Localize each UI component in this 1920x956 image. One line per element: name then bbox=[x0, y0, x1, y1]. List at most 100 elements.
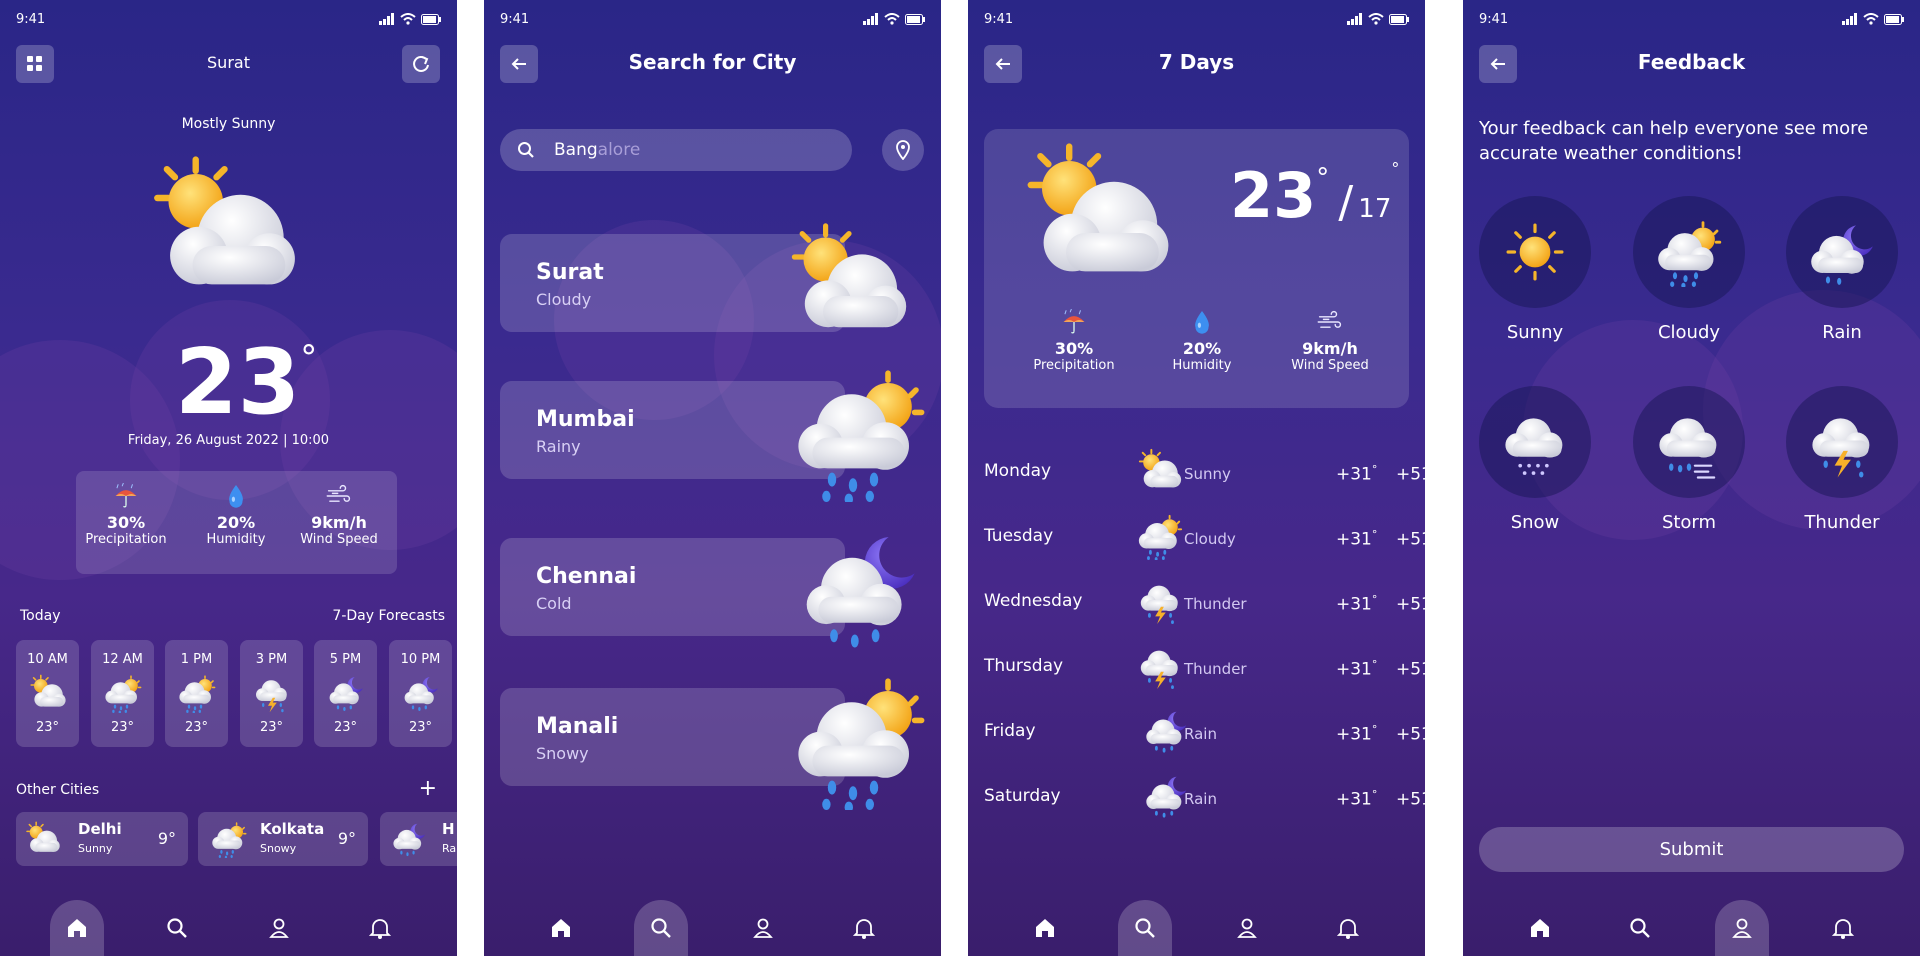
nav-home[interactable] bbox=[1513, 900, 1567, 956]
page-title: Search for City bbox=[628, 50, 797, 74]
hourly-card[interactable]: 10 AM 23° bbox=[16, 640, 79, 747]
today-label: Today bbox=[20, 608, 61, 624]
feedback-option-sunny[interactable] bbox=[1479, 196, 1591, 308]
bottom-nav bbox=[484, 896, 941, 956]
hour-time: 5 PM bbox=[329, 652, 362, 667]
day-row[interactable]: Wednesday Thunder +31° +51° bbox=[984, 583, 1425, 625]
day-temp-low: +31° bbox=[1336, 528, 1378, 550]
search-input-text[interactable]: Bangalore bbox=[554, 140, 640, 160]
feedback-option-rain[interactable] bbox=[1786, 196, 1898, 308]
nav-home[interactable] bbox=[50, 900, 104, 956]
refresh-button[interactable] bbox=[402, 45, 440, 83]
nav-search[interactable] bbox=[1613, 900, 1667, 956]
stat-value: 30% bbox=[1054, 339, 1094, 358]
city-condition: Ra bbox=[442, 842, 457, 855]
day-row[interactable]: Thursday Thunder +31° +51° bbox=[984, 648, 1425, 690]
status-bar: 9:41 bbox=[16, 0, 441, 38]
condition-text: Mostly Sunny bbox=[181, 116, 276, 132]
search-suggestion: alore bbox=[597, 140, 641, 160]
feedback-option-storm[interactable] bbox=[1633, 386, 1745, 498]
feedback-option-thunder[interactable] bbox=[1786, 386, 1898, 498]
nav-notifications[interactable] bbox=[837, 900, 891, 956]
bell-icon bbox=[369, 919, 391, 939]
hourly-card[interactable]: 3 PM 23° bbox=[240, 640, 303, 747]
temp-value: +31 bbox=[1336, 594, 1372, 615]
sun-cloud-icon bbox=[774, 218, 924, 348]
day-row[interactable]: Saturday Rain +31° +51° bbox=[984, 776, 1425, 818]
stat-label: Wind Speed bbox=[1291, 358, 1369, 373]
nav-profile[interactable] bbox=[1220, 900, 1274, 956]
thunder-icon bbox=[1812, 418, 1870, 478]
nav-profile[interactable] bbox=[736, 900, 790, 956]
search-field[interactable]: Bangalore bbox=[500, 129, 852, 171]
rain-icon bbox=[790, 670, 930, 810]
sun-cloud-icon bbox=[26, 821, 61, 853]
wifi-icon bbox=[400, 13, 416, 25]
thunder-icon bbox=[255, 680, 287, 713]
hour-temp: 23° bbox=[35, 720, 60, 735]
nav-notifications[interactable] bbox=[1321, 900, 1375, 956]
nav-profile[interactable] bbox=[1715, 900, 1769, 956]
hour-temp: 23° bbox=[184, 720, 209, 735]
city-condition: Snowy bbox=[260, 842, 297, 855]
nav-profile[interactable] bbox=[252, 900, 306, 956]
status-bar: 9:41 bbox=[1479, 0, 1904, 38]
hour-time: 12 AM bbox=[102, 652, 143, 667]
location-button[interactable] bbox=[882, 129, 924, 171]
day-row[interactable]: Monday Sunny +31° +51° bbox=[984, 448, 1425, 493]
other-city-card[interactable]: Delhi Sunny 9° bbox=[16, 812, 188, 866]
city-condition: Cloudy bbox=[536, 290, 592, 309]
rain-icon bbox=[210, 820, 248, 858]
add-city-button[interactable]: + bbox=[419, 776, 437, 801]
city-name: Mumbai bbox=[536, 407, 635, 432]
moon-rain-icon bbox=[1146, 776, 1187, 818]
profile-icon bbox=[1237, 918, 1257, 938]
temp-slash: / bbox=[1338, 177, 1354, 228]
option-label: Thunder bbox=[1804, 512, 1880, 533]
stat-label: Wind Speed bbox=[300, 532, 378, 547]
hourly-card[interactable]: 1 PM 23° bbox=[165, 640, 228, 747]
day-row[interactable]: Tuesday Cloudy +31° +51° bbox=[984, 518, 1425, 558]
city-condition: Cold bbox=[536, 594, 572, 613]
nav-notifications[interactable] bbox=[353, 900, 407, 956]
hour-time: 1 PM bbox=[180, 652, 213, 667]
temp-value: +31 bbox=[1336, 659, 1372, 680]
stat-label: Precipitation bbox=[85, 532, 167, 547]
nav-home[interactable] bbox=[534, 900, 588, 956]
day-condition: Thunder bbox=[1184, 660, 1247, 678]
hourly-card[interactable]: 12 AM 23° bbox=[91, 640, 154, 747]
submit-button[interactable]: Submit bbox=[1479, 827, 1904, 872]
other-city-card[interactable]: Kolkata Snowy 9° bbox=[198, 812, 368, 866]
nav-home[interactable] bbox=[1018, 900, 1072, 956]
umbrella-icon bbox=[1062, 309, 1086, 334]
high-temp: 23 bbox=[1230, 159, 1317, 232]
wifi-icon bbox=[884, 13, 900, 25]
feedback-option-snow[interactable] bbox=[1479, 386, 1591, 498]
thunder-icon bbox=[1140, 650, 1178, 690]
feedback-screen: 9:41 Feedback Your feedback can help eve… bbox=[1463, 0, 1920, 956]
nav-search[interactable] bbox=[150, 900, 204, 956]
nav-search[interactable] bbox=[1118, 900, 1172, 956]
day-row[interactable]: Friday Rain +31° +51° bbox=[984, 711, 1425, 753]
rain-icon bbox=[175, 673, 219, 713]
hourly-card[interactable]: 10 PM 23° bbox=[389, 640, 452, 747]
option-label: Storm bbox=[1661, 512, 1717, 533]
city-temp: 9° bbox=[157, 829, 176, 848]
nav-notifications[interactable] bbox=[1816, 900, 1870, 956]
wifi-icon bbox=[1863, 13, 1879, 25]
other-city-card[interactable]: H Ra bbox=[380, 812, 457, 866]
day-temp-high: +51° bbox=[1396, 723, 1425, 745]
hour-temp: 23° bbox=[408, 720, 433, 735]
sun-cloud-icon bbox=[29, 674, 66, 708]
day-temp-low: +31° bbox=[1336, 463, 1378, 485]
home-icon bbox=[1036, 919, 1054, 937]
city-name: H bbox=[442, 820, 455, 838]
feedback-option-cloudy[interactable] bbox=[1633, 196, 1745, 308]
nav-search[interactable] bbox=[634, 900, 688, 956]
moon-rain-icon bbox=[806, 537, 915, 648]
battery-icon bbox=[421, 13, 441, 25]
hourly-card[interactable]: 5 PM 23° bbox=[314, 640, 377, 747]
forecast-link[interactable]: 7-Day Forecasts bbox=[332, 608, 445, 624]
day-condition: Sunny bbox=[1184, 465, 1231, 483]
sun-cloud-icon bbox=[1008, 137, 1188, 297]
